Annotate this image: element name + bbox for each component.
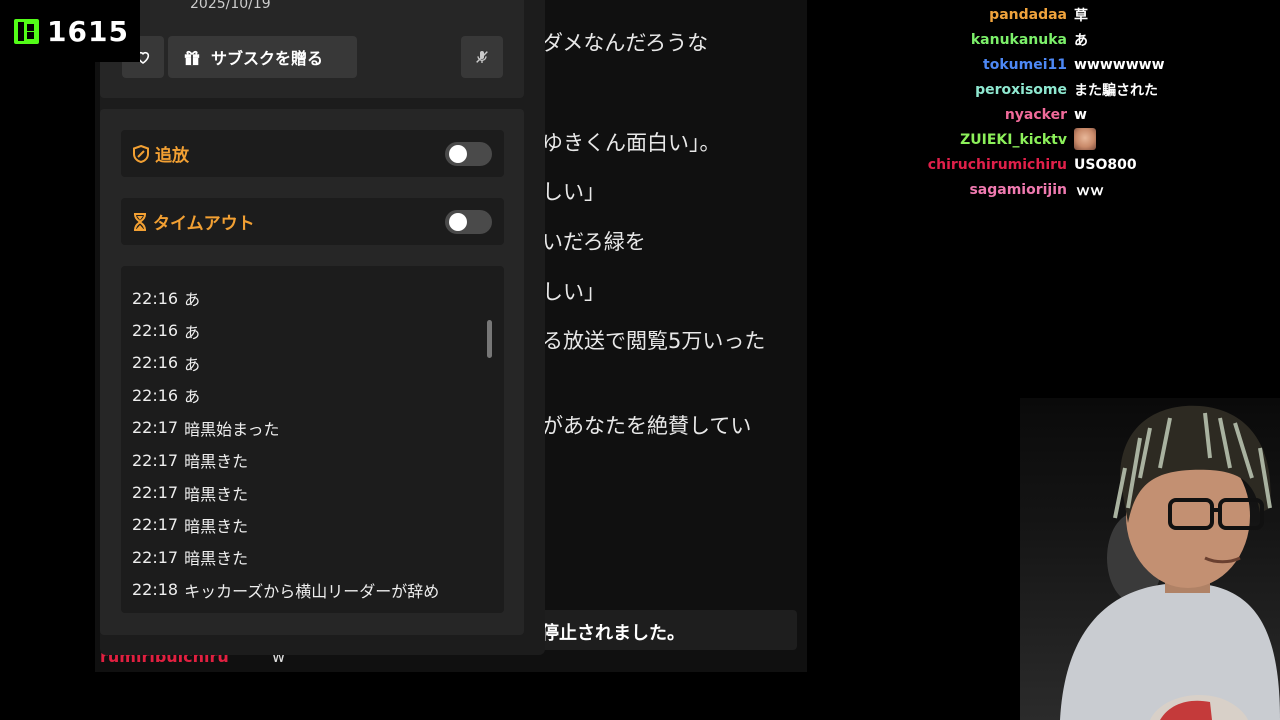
timeout-toggle[interactable]: [445, 210, 492, 234]
history-item: 22:16 あ: [132, 282, 482, 314]
history-text: 暗黒きた: [184, 516, 249, 536]
history-item: 22:16 あ: [132, 347, 482, 379]
history-text: あ: [184, 322, 201, 342]
emote-icon: [1074, 128, 1096, 150]
history-time: 22:17: [132, 450, 179, 470]
chat-message: ダメなんだろうな: [542, 31, 709, 55]
overlay-username: peroxisome: [975, 82, 1067, 98]
gift-icon: [184, 50, 200, 66]
overlay-username: tokumei11: [983, 57, 1067, 73]
history-text: あ: [184, 387, 201, 407]
message-history-list: 22:16 あ 22:16 あ 22:16 あ 22:16 あ 22:17 暗黒始まった …: [132, 282, 482, 606]
user-card-header: 2025/10/19 サブスクを贈る: [100, 0, 524, 98]
overlay-chat-row: nyacker w: [910, 104, 1270, 126]
history-text: 暗黒きた: [184, 484, 249, 504]
gift-subscription-button[interactable]: サブスクを贈る: [168, 36, 357, 78]
chat-message: しい」: [542, 280, 605, 304]
history-time: 22:18: [132, 580, 179, 600]
timeout-row[interactable]: タイムアウト: [121, 198, 504, 245]
history-item: 22:17 暗黒きた: [132, 509, 482, 541]
timeout-label: タイムアウト: [153, 214, 255, 234]
viewer-count-badge: 1615: [0, 0, 140, 62]
overlay-message: wwwwwww: [1074, 57, 1165, 73]
history-time: 22:16: [132, 288, 179, 308]
overlay-message: あ: [1074, 33, 1088, 49]
chat-message: ゆきくん面白い」。: [542, 131, 721, 155]
overlay-username: sagamiorijin: [969, 182, 1067, 198]
history-text: 暗黒きた: [184, 549, 249, 569]
history-text: キッカーズから横山リーダーが辞め: [184, 581, 440, 601]
ban-row[interactable]: 追放: [121, 130, 504, 177]
history-item: 22:16 あ: [132, 314, 482, 346]
overlay-username: pandadaa: [989, 7, 1067, 23]
chat-message: があなたを絶賛してい: [542, 414, 752, 438]
gift-subscription-label: サブスクを贈る: [211, 49, 324, 68]
kick-logo-icon: [14, 18, 39, 44]
overlay-chat-row: kanukanuka あ: [910, 29, 1270, 51]
ban-label: 追放: [155, 146, 189, 166]
history-text: 暗黒始まった: [184, 419, 280, 439]
history-item: 22:16 あ: [132, 379, 482, 411]
history-text: あ: [184, 290, 201, 310]
toggle-knob: [449, 145, 467, 163]
overlay-chat-row: sagamiorijin ｗｗ: [910, 179, 1270, 201]
history-item: 22:17 暗黒始まった: [132, 412, 482, 444]
user-card-panel: 2025/10/19 サブスクを贈る 追放 タイムアウト 22:16 あ 22:1…: [100, 0, 545, 655]
history-item: 22:18 キッカーズから横山リーダーが辞め: [132, 574, 482, 606]
history-time: 22:17: [132, 483, 179, 503]
overlay-username: ZUIEKI_kicktv: [960, 132, 1067, 148]
overlay-message: また騙された: [1074, 83, 1158, 99]
chat-message: る放送で閲覧5万いった: [542, 329, 766, 353]
overlay-message: w: [1074, 107, 1087, 123]
message-history[interactable]: 22:16 あ 22:16 あ 22:16 あ 22:16 あ 22:17 暗黒始まった …: [121, 266, 504, 613]
mute-user-button[interactable]: [461, 36, 503, 78]
webcam-feed: [1020, 398, 1280, 720]
history-time: 22:16: [132, 353, 179, 373]
overlay-message: USO800: [1074, 157, 1137, 173]
shield-ban-icon: [133, 144, 149, 163]
overlay-chat-row: ZUIEKI_kicktv: [910, 128, 1270, 151]
history-item: 22:17 暗黒きた: [132, 476, 482, 508]
overlay-chat-row: tokumei11 wwwwwww: [910, 54, 1270, 76]
ban-toggle[interactable]: [445, 142, 492, 166]
streamer-figure: [1060, 405, 1280, 720]
hourglass-icon: [134, 212, 146, 231]
overlay-chat-row: peroxisome また騙された: [910, 79, 1270, 101]
history-time: 22:17: [132, 515, 179, 535]
history-text: 暗黒きた: [184, 452, 249, 472]
history-time: 22:17: [132, 418, 179, 438]
history-time: 22:16: [132, 385, 179, 405]
chat-message: いだろ緑を: [542, 230, 646, 254]
overlay-username: nyacker: [1004, 107, 1067, 123]
follow-date: 2025/10/19: [190, 0, 271, 12]
history-time: 22:16: [132, 321, 179, 341]
system-banner: 停止されました。: [515, 610, 797, 650]
overlay-message: ｗｗ: [1076, 183, 1104, 199]
moderation-section: 追放 タイムアウト 22:16 あ 22:16 あ 22:16 あ 22:16 あ 22…: [100, 109, 524, 635]
history-item: 22:17 暗黒きた: [132, 541, 482, 573]
toggle-knob: [449, 213, 467, 231]
history-text: あ: [184, 354, 201, 374]
history-time: 22:17: [132, 547, 179, 567]
mute-icon: [476, 51, 488, 63]
overlay-username: chiruchirumichiru: [927, 157, 1067, 173]
history-item: 22:17 暗黒きた: [132, 444, 482, 476]
overlay-chat-row: chiruchirumichiru USO800: [910, 154, 1270, 176]
overlay-message: 草: [1074, 8, 1088, 24]
overlay-username: kanukanuka: [970, 32, 1067, 48]
viewer-count: 1615: [47, 14, 129, 48]
chat-message: しい」: [542, 180, 605, 204]
overlay-chat-row: pandadaa 草: [910, 4, 1270, 26]
history-scrollbar[interactable]: [487, 320, 492, 358]
